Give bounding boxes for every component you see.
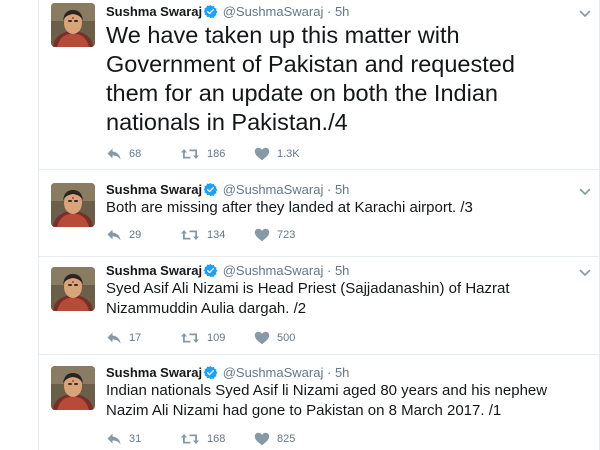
reply-icon [106,331,122,345]
avatar[interactable] [51,366,95,410]
retweet-count: 134 [207,229,226,241]
tweet-timestamp[interactable]: 5h [335,365,349,380]
reply-icon [106,432,122,446]
chevron-down-icon[interactable] [579,184,591,194]
reply-icon [106,147,122,161]
separator-dot: · [326,4,332,19]
retweet-icon [180,228,200,242]
retweet-count: 109 [207,332,226,344]
tweet-text: We have taken up this matter with Govern… [106,22,515,135]
author-name[interactable]: Sushma Swaraj [106,365,202,380]
reply-count: 29 [129,229,142,241]
avatar[interactable] [51,183,95,227]
like-count: 1.3K [277,148,300,160]
avatar[interactable] [51,267,95,311]
tweet-timeline: Sushma Swaraj @SushmaSwaraj · 5h We have… [38,0,600,450]
author-handle[interactable]: @SushmaSwaraj [223,182,324,197]
retweet-count: 168 [207,433,226,445]
heart-icon [254,331,270,345]
tweet[interactable]: Sushma Swaraj @SushmaSwaraj · 5h Both ar… [39,170,600,257]
avatar[interactable] [51,3,95,47]
tweet-text: Both are missing after they landed at Ka… [106,199,473,216]
reply-button[interactable]: 68 [106,146,141,162]
like-count: 825 [277,433,296,445]
author-handle[interactable]: @SushmaSwaraj [223,365,324,380]
tweet[interactable]: Sushma Swaraj @SushmaSwaraj · 5h Syed As… [39,257,600,355]
retweet-count: 186 [207,148,226,160]
author-name[interactable]: Sushma Swaraj [106,4,202,19]
retweet-icon [180,331,200,345]
retweet-button[interactable]: 109 [180,330,225,346]
chevron-down-icon[interactable] [579,6,591,16]
separator-dot: · [326,365,332,380]
tweet[interactable]: Sushma Swaraj @SushmaSwaraj · 5h We have… [39,0,600,170]
like-count: 723 [277,229,296,241]
reply-count: 31 [129,433,142,445]
separator-dot: · [326,263,332,278]
author-name[interactable]: Sushma Swaraj [106,182,202,197]
tweet-text: Syed Asif Ali Nizami is Head Priest (Saj… [106,280,510,317]
tweet[interactable]: Sushma Swaraj @SushmaSwaraj · 5h Indian … [39,355,600,450]
like-button[interactable]: 500 [254,330,295,346]
author-handle[interactable]: @SushmaSwaraj [223,4,324,19]
tweet-timestamp[interactable]: 5h [335,182,349,197]
author-name[interactable]: Sushma Swaraj [106,263,202,278]
like-button[interactable]: 825 [254,431,295,447]
like-button[interactable]: 723 [254,227,295,243]
reply-button[interactable]: 29 [106,227,141,243]
reply-count: 17 [129,332,142,344]
retweet-button[interactable]: 134 [180,227,225,243]
retweet-icon [180,147,200,161]
retweet-button[interactable]: 168 [180,431,225,447]
reply-button[interactable]: 17 [106,330,141,346]
author-handle[interactable]: @SushmaSwaraj [223,263,324,278]
heart-icon [254,228,270,242]
chevron-down-icon[interactable] [579,265,591,275]
heart-icon [254,432,270,446]
retweet-button[interactable]: 186 [180,146,225,162]
reply-button[interactable]: 31 [106,431,141,447]
retweet-icon [180,432,200,446]
separator-dot: · [326,182,332,197]
heart-icon [254,147,270,161]
tweet-timestamp[interactable]: 5h [335,4,349,19]
reply-icon [106,228,122,242]
reply-count: 68 [129,148,142,160]
like-button[interactable]: 1.3K [254,146,300,162]
like-count: 500 [277,332,296,344]
tweet-timestamp[interactable]: 5h [335,263,349,278]
tweet-text: Indian nationals Syed Asif li Nizami age… [106,382,548,419]
